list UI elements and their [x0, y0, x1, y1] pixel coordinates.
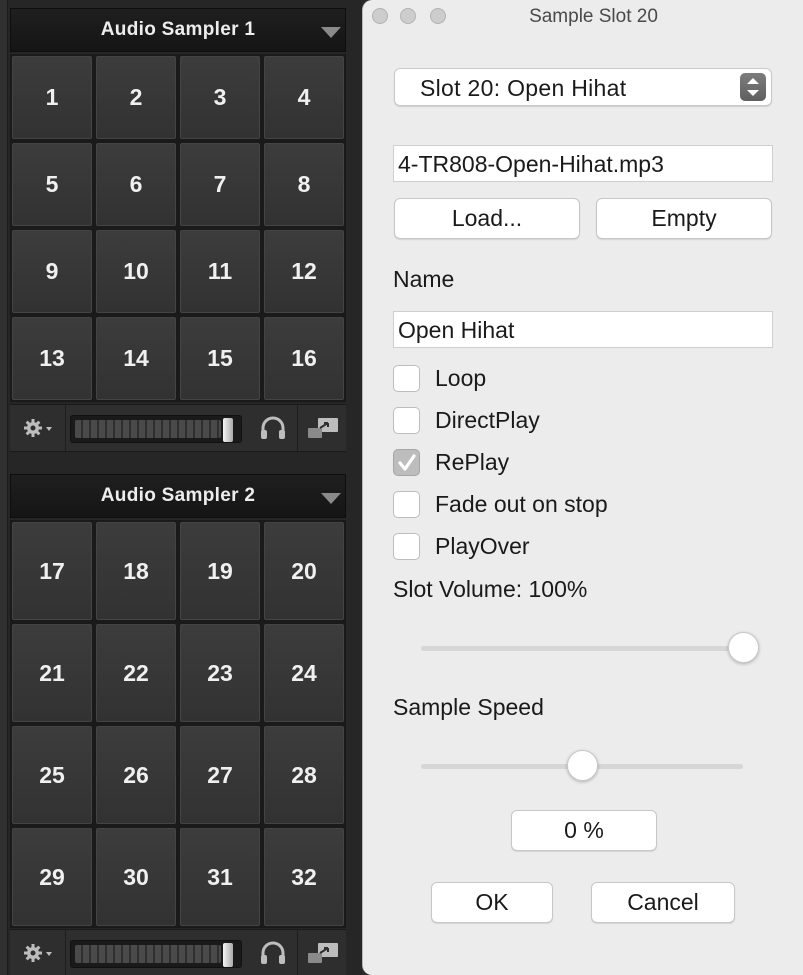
- sampler-pad[interactable]: 2: [96, 56, 176, 139]
- sample-speed-label: Sample Speed: [393, 694, 544, 720]
- sampler-pad[interactable]: 7: [180, 143, 260, 226]
- sampler-pad[interactable]: 23: [180, 624, 260, 722]
- checkbox[interactable]: [393, 448, 420, 476]
- checkbox[interactable]: [393, 532, 420, 560]
- sampler-pad[interactable]: 9: [12, 230, 92, 313]
- slot-select-value: Slot 20: Open Hihat: [420, 75, 627, 101]
- volume-knob[interactable]: [223, 418, 233, 442]
- settings-button[interactable]: [10, 405, 66, 451]
- output-route-icon: [308, 943, 338, 963]
- option-row[interactable]: PlayOver: [393, 531, 530, 561]
- checkbox[interactable]: [393, 406, 420, 434]
- ok-button[interactable]: OK: [431, 882, 553, 923]
- sampler-pad[interactable]: 27: [180, 726, 260, 824]
- sampler-pad[interactable]: 26: [96, 726, 176, 824]
- updown-chevron-icon: [740, 73, 766, 101]
- window-titlebar: Sample Slot 20: [363, 0, 803, 32]
- sampler-pad[interactable]: 12: [264, 230, 344, 313]
- gear-icon: [23, 944, 52, 962]
- empty-button[interactable]: Empty: [596, 198, 772, 239]
- option-row[interactable]: RePlay: [393, 447, 509, 477]
- sampler-pad[interactable]: 29: [12, 828, 92, 926]
- sampler-pad[interactable]: 31: [180, 828, 260, 926]
- sampler-pad[interactable]: 3: [180, 56, 260, 139]
- option-row[interactable]: Fade out on stop: [393, 489, 608, 519]
- sampler-2-toolbar: [10, 929, 346, 975]
- sampler-pad[interactable]: 13: [12, 317, 92, 400]
- sampler-panel: Audio Sampler 1 1 2 3 4 5 6 7 8 9 10 11 12 13 14 15 16: [0, 0, 362, 975]
- volume-meter[interactable]: [70, 940, 242, 968]
- sampler-1-header[interactable]: Audio Sampler 1: [10, 8, 346, 52]
- sampler-2-title: Audio Sampler 2: [100, 485, 256, 506]
- slot-select[interactable]: Slot 20: Open Hihat: [394, 68, 772, 106]
- chevron-down-icon[interactable]: [321, 27, 341, 38]
- settings-button[interactable]: [10, 930, 66, 975]
- checkbox[interactable]: [393, 364, 420, 392]
- option-label: Fade out on stop: [435, 490, 608, 517]
- headphones-icon: [260, 416, 285, 439]
- sampler-pad[interactable]: 24: [264, 624, 344, 722]
- sampler-pad[interactable]: 32: [264, 828, 344, 926]
- option-row[interactable]: DirectPlay: [393, 405, 540, 435]
- sampler-pad[interactable]: 22: [96, 624, 176, 722]
- slot-volume-thumb[interactable]: [727, 632, 759, 663]
- sampler-1-toolbar: [10, 404, 346, 452]
- sampler-pad[interactable]: 14: [96, 317, 176, 400]
- sampler-2-pads: 17 18 19 20 21 22 23 24 25 26 27 28 29 30 31 32: [10, 520, 346, 928]
- gear-icon: [23, 419, 52, 437]
- name-field[interactable]: Open Hihat: [393, 311, 773, 348]
- headphones-button[interactable]: [248, 405, 298, 451]
- sampler-pad[interactable]: 8: [264, 143, 344, 226]
- window-title: Sample Slot 20: [529, 6, 658, 27]
- sampler-pad[interactable]: 16: [264, 317, 344, 400]
- sampler-pad[interactable]: 5: [12, 143, 92, 226]
- sampler-2-header[interactable]: Audio Sampler 2: [10, 474, 346, 518]
- output-button[interactable]: [300, 930, 346, 975]
- cancel-button[interactable]: Cancel: [591, 882, 735, 923]
- option-row[interactable]: Loop: [393, 363, 486, 393]
- option-label: Loop: [435, 364, 487, 391]
- sampler-pad[interactable]: 25: [12, 726, 92, 824]
- sample-slot-dialog: Sample Slot 20 Slot 20: Open Hihat 4-TR8…: [362, 0, 803, 975]
- sampler-pad[interactable]: 11: [180, 230, 260, 313]
- volume-knob[interactable]: [223, 943, 233, 967]
- sampler-pad[interactable]: 21: [12, 624, 92, 722]
- sampler-pad[interactable]: 10: [96, 230, 176, 313]
- name-label: Name: [393, 266, 455, 292]
- meter-fill: [75, 945, 221, 963]
- option-label: DirectPlay: [435, 406, 540, 433]
- sampler-pad[interactable]: 30: [96, 828, 176, 926]
- sampler-pad[interactable]: 28: [264, 726, 344, 824]
- headphones-icon: [260, 941, 285, 964]
- headphones-button[interactable]: [248, 930, 298, 975]
- output-button[interactable]: [300, 405, 346, 451]
- speed-value-display[interactable]: 0 %: [511, 810, 657, 851]
- sampler-pad[interactable]: 15: [180, 317, 260, 400]
- load-button[interactable]: Load...: [394, 198, 580, 239]
- option-label: PlayOver: [435, 532, 530, 559]
- sampler-pad[interactable]: 20: [264, 522, 344, 620]
- slot-volume-slider[interactable]: [421, 646, 743, 651]
- sampler-1-title: Audio Sampler 1: [100, 19, 256, 40]
- volume-meter[interactable]: [70, 415, 242, 443]
- panel-edge: [0, 0, 8, 975]
- meter-fill: [75, 420, 221, 438]
- file-name-field[interactable]: 4-TR808-Open-Hihat.mp3: [393, 145, 773, 182]
- chevron-down-icon[interactable]: [321, 493, 341, 504]
- sampler-pad[interactable]: 1: [12, 56, 92, 139]
- sampler-1-pads: 1 2 3 4 5 6 7 8 9 10 11 12 13 14 15 16: [10, 54, 346, 402]
- checkbox[interactable]: [393, 490, 420, 518]
- sampler-pad[interactable]: 17: [12, 522, 92, 620]
- checkmark-icon: [398, 453, 416, 471]
- sampler-pad[interactable]: 6: [96, 143, 176, 226]
- slot-volume-label: Slot Volume: 100%: [393, 576, 588, 602]
- sampler-pad[interactable]: 18: [96, 522, 176, 620]
- sample-speed-thumb[interactable]: [566, 750, 598, 781]
- output-route-icon: [308, 418, 338, 438]
- sampler-pad[interactable]: 19: [180, 522, 260, 620]
- sampler-pad[interactable]: 4: [264, 56, 344, 139]
- option-label: RePlay: [435, 448, 510, 475]
